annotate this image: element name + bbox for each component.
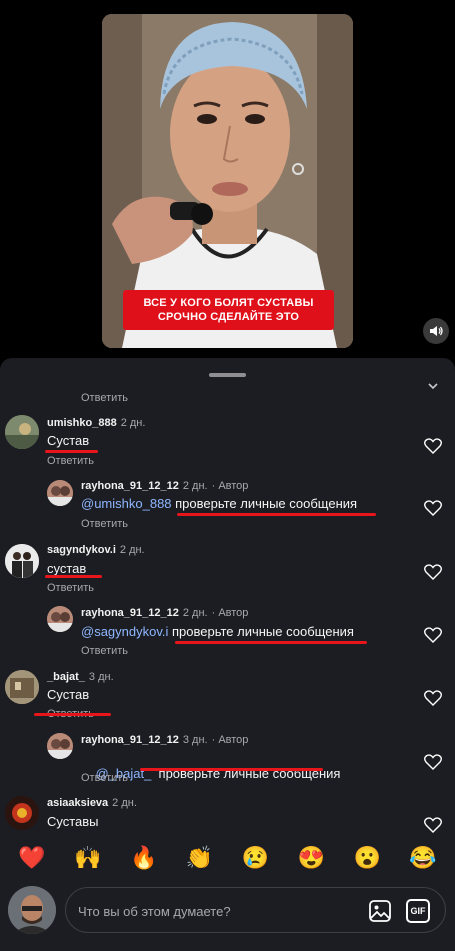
red-strike-mark xyxy=(34,713,111,716)
avatar[interactable] xyxy=(5,415,39,449)
reply-button[interactable]: Ответить xyxy=(81,772,128,784)
avatar[interactable] xyxy=(47,606,73,632)
comment-time: 2 дн. xyxy=(112,797,137,809)
red-underline-mark xyxy=(45,450,98,453)
comment-text: @umishko_888 проверьте личные сообщения xyxy=(81,496,357,511)
author-badge: · Автор xyxy=(211,734,249,746)
comment-input[interactable] xyxy=(78,898,348,924)
comment-text: сустав xyxy=(47,561,87,576)
emoji-heart-button[interactable]: ❤️ xyxy=(18,846,46,870)
chevron-down-icon[interactable] xyxy=(425,378,441,394)
emoji-surprised-button[interactable]: 😮 xyxy=(353,846,381,870)
avatar[interactable] xyxy=(47,480,73,506)
emoji-reaction-bar: ❤️ 🙌 🔥 👏 😢 😍 😮 😂 xyxy=(0,836,455,880)
comment-text: @sagyndykov.i проверьте личные сообщения xyxy=(81,624,354,639)
comment-username[interactable]: asiaaksieva 2 дн. xyxy=(47,797,137,809)
avatar[interactable] xyxy=(5,670,39,704)
video-caption: ВСЕ У КОГО БОЛЯТ СУСТАВЫ СРОЧНО СДЕЛАЙТЕ… xyxy=(123,290,334,330)
username-text[interactable]: rayhona_91_12_12 xyxy=(81,607,179,619)
comment-body: проверьте личные сообщения xyxy=(171,496,358,511)
avatar[interactable] xyxy=(5,796,39,830)
current-user-avatar[interactable] xyxy=(8,886,56,934)
reply-button[interactable]: Ответить xyxy=(81,645,128,657)
comment-username[interactable]: sagyndykov.i 2 дн. xyxy=(47,544,145,556)
comment-text: Сустав xyxy=(47,433,90,448)
sound-toggle-button[interactable] xyxy=(423,318,449,344)
red-underline-mark xyxy=(175,641,367,644)
avatar[interactable] xyxy=(5,544,39,578)
emoji-crying-button[interactable]: 😢 xyxy=(241,846,269,870)
red-underline-mark xyxy=(45,575,102,578)
username-text[interactable]: rayhona_91_12_12 xyxy=(81,734,179,746)
gif-button[interactable]: GIF xyxy=(406,899,430,923)
comment-text: Суставы xyxy=(47,814,99,829)
username-text[interactable]: sagyndykov.i xyxy=(47,544,116,556)
heart-icon[interactable] xyxy=(424,500,442,516)
comment-username[interactable]: rayhona_91_12_12 2 дн. · Автор xyxy=(81,480,248,492)
comment-input-bar: GIF xyxy=(0,880,455,951)
heart-icon[interactable] xyxy=(424,438,442,454)
comment-input-container: GIF xyxy=(65,887,446,933)
comment-username[interactable]: _bajat_ 3 дн. xyxy=(47,671,114,683)
username-text[interactable]: rayhona_91_12_12 xyxy=(81,480,179,492)
mention-link[interactable]: @sagyndykov.i xyxy=(81,624,168,639)
comment-time: 2 дн. xyxy=(182,480,208,492)
comment-time: 2 дн. xyxy=(120,417,146,429)
username-text[interactable]: _bajat_ xyxy=(47,671,85,683)
video-player[interactable]: ВСЕ У КОГО БОЛЯТ СУСТАВЫ СРОЧНО СДЕЛАЙТЕ… xyxy=(102,14,353,348)
comment-time: 3 дн. xyxy=(182,734,208,746)
emoji-raised-hands-button[interactable]: 🙌 xyxy=(74,846,102,870)
comment-text: Сустав xyxy=(47,687,90,702)
heart-icon[interactable] xyxy=(424,690,442,706)
emoji-laughing-button[interactable]: 😂 xyxy=(409,846,437,870)
sheet-drag-handle[interactable] xyxy=(209,373,246,377)
author-badge: · Автор xyxy=(211,607,249,619)
speaker-icon xyxy=(430,326,443,336)
username-text[interactable]: umishko_888 xyxy=(47,417,117,429)
heart-icon[interactable] xyxy=(424,817,442,833)
comment-username[interactable]: umishko_888 2 дн. xyxy=(47,417,145,429)
image-attach-icon[interactable] xyxy=(368,899,392,923)
red-underline-mark xyxy=(177,513,376,516)
comment-body: проверьте личные сообщения xyxy=(168,624,354,639)
red-underline-mark xyxy=(140,768,323,771)
reply-button[interactable]: Ответить xyxy=(47,582,94,594)
mention-link[interactable]: @umishko_888 xyxy=(81,496,172,511)
emoji-fire-button[interactable]: 🔥 xyxy=(130,846,158,870)
username-text[interactable]: asiaaksieva xyxy=(47,797,108,809)
comment-time: 3 дн. xyxy=(88,671,114,683)
comment-username[interactable]: rayhona_91_12_12 2 дн. · Автор xyxy=(81,607,248,619)
reply-button[interactable]: Ответить xyxy=(81,392,128,404)
emoji-clap-button[interactable]: 👏 xyxy=(186,846,214,870)
emoji-heart-eyes-button[interactable]: 😍 xyxy=(297,846,325,870)
heart-icon[interactable] xyxy=(424,564,442,580)
comment-username[interactable]: rayhona_91_12_12 3 дн. · Автор xyxy=(81,734,248,746)
comment-time: 2 дн. xyxy=(119,544,145,556)
video-caption-text: ВСЕ У КОГО БОЛЯТ СУСТАВЫ СРОЧНО СДЕЛАЙТЕ… xyxy=(143,297,314,323)
avatar[interactable] xyxy=(47,733,73,759)
heart-icon[interactable] xyxy=(424,627,442,643)
gif-label: GIF xyxy=(410,906,426,916)
reply-button[interactable]: Ответить xyxy=(47,455,94,467)
reply-button[interactable]: Ответить xyxy=(81,518,128,530)
heart-icon[interactable] xyxy=(424,754,442,770)
video-area: ВСЕ У КОГО БОЛЯТ СУСТАВЫ СРОЧНО СДЕЛАЙТЕ… xyxy=(0,0,455,360)
author-badge: · Автор xyxy=(211,480,249,492)
comment-time: 2 дн. xyxy=(182,607,208,619)
